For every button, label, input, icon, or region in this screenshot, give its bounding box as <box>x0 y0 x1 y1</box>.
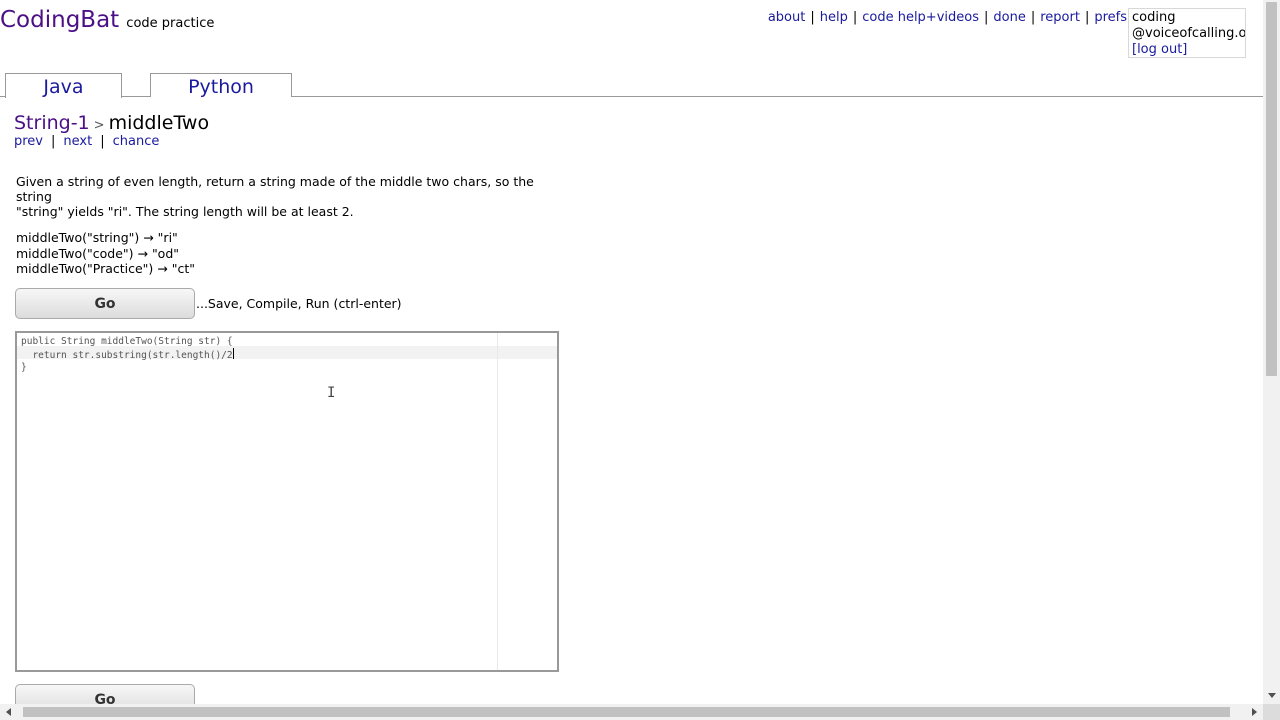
example-line: middleTwo("string") → "ri" <box>16 230 178 245</box>
separator: | <box>852 10 858 25</box>
logo-link[interactable]: CodingBat <box>0 7 119 33</box>
separator: | <box>100 134 105 149</box>
code-help-videos-link[interactable]: code help+videos <box>862 10 979 25</box>
done-link[interactable]: done <box>993 10 1025 25</box>
separator: | <box>1084 10 1090 25</box>
example-line: middleTwo("code") → "od" <box>16 245 180 261</box>
description-line: Given a string of even length, return a … <box>16 174 534 204</box>
logout-link[interactable]: [log out] <box>1132 42 1187 57</box>
vertical-scrollbar[interactable] <box>1263 0 1280 704</box>
chance-link[interactable]: chance <box>113 134 160 149</box>
separator: | <box>810 10 815 25</box>
scrollbar-corner <box>1263 704 1280 720</box>
user-name-line2: @voiceofcalling.org <box>1132 26 1246 41</box>
print-margin <box>497 333 498 670</box>
text-cursor-ibeam-icon: I <box>327 385 336 401</box>
top-nav: about | help | code help+videos | done | report |… <box>768 10 1127 25</box>
breadcrumb: String-1 > middleTwo <box>14 112 209 134</box>
horizontal-scroll-thumb[interactable] <box>23 707 1230 717</box>
go-hint: ...Save, Compile, Run (ctrl-enter) <box>196 296 402 311</box>
example-line: middleTwo("Practice") → "ct" <box>16 261 195 276</box>
code-line-text: return str.substring(str.length()/2 <box>21 350 233 361</box>
code-line[interactable]: public String middleTwo(String str) { <box>21 335 233 348</box>
horizontal-scrollbar[interactable] <box>0 704 1263 720</box>
page-title: middleTwo <box>108 112 210 134</box>
page: CodingBat code practice about | help | code … <box>0 0 1263 704</box>
code-line-text: public String middleTwo(String str) { <box>21 336 233 347</box>
user-box: coding @voiceofcalling.org [log out] <box>1128 8 1246 58</box>
breadcrumb-section-link[interactable]: String-1 <box>14 112 90 134</box>
prev-link[interactable]: prev <box>14 134 43 149</box>
scroll-right-arrow-icon[interactable] <box>1252 708 1257 716</box>
examples: middleTwo("string") → "ri" middleTwo("co… <box>16 230 195 277</box>
prefs-link[interactable]: prefs <box>1094 10 1127 25</box>
help-link[interactable]: help <box>820 10 848 25</box>
vertical-scroll-thumb[interactable] <box>1266 2 1277 376</box>
separator: | <box>983 10 989 25</box>
brand: CodingBat code practice <box>0 7 214 33</box>
tab-python[interactable]: Python <box>150 73 292 98</box>
code-line[interactable]: } <box>21 361 27 374</box>
report-link[interactable]: report <box>1040 10 1080 25</box>
about-link[interactable]: about <box>768 10 806 25</box>
problem-description: Given a string of even length, return a … <box>16 174 556 219</box>
text-caret <box>232 348 234 359</box>
next-link[interactable]: next <box>63 134 92 149</box>
scroll-down-arrow-icon[interactable] <box>1268 693 1276 698</box>
tagline: code practice <box>126 16 215 31</box>
code-line-text: } <box>21 362 27 373</box>
user-name-line1: coding <box>1132 10 1176 25</box>
tab-java[interactable]: Java <box>5 73 122 98</box>
separator: | <box>1030 10 1036 25</box>
go-button-bottom[interactable]: Go <box>15 684 195 704</box>
code-line[interactable]: return str.substring(str.length()/2 <box>21 348 234 361</box>
problem-nav: prev | next | chance <box>14 134 159 149</box>
breadcrumb-separator: > <box>93 118 105 133</box>
scroll-left-arrow-icon[interactable] <box>6 708 11 716</box>
go-button[interactable]: Go <box>15 288 195 319</box>
code-editor[interactable]: public String middleTwo(String str) { re… <box>15 331 559 672</box>
separator: | <box>51 134 56 149</box>
description-line: "string" yields "ri". The string length … <box>16 204 354 219</box>
